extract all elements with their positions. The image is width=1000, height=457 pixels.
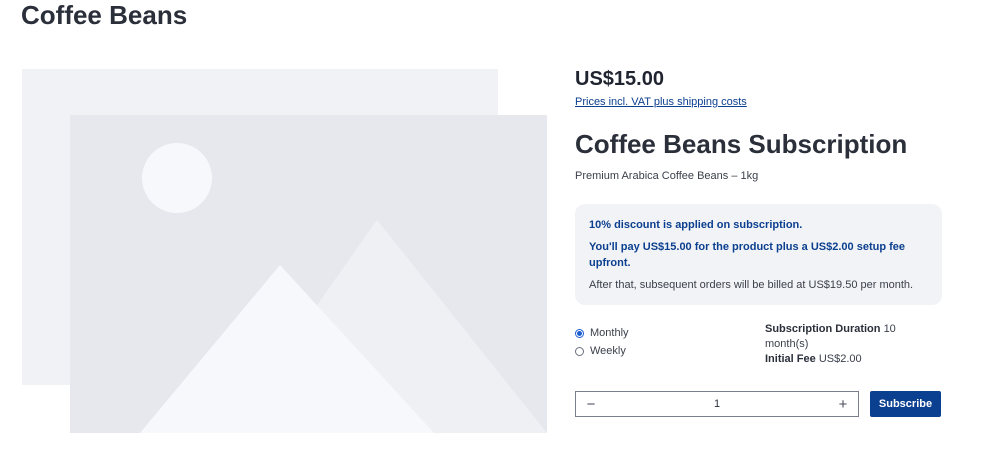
fee-value: US$2.00 xyxy=(818,353,862,365)
subscription-meta: Subscription Duration 10 month(s) Initia… xyxy=(765,322,925,367)
subscribe-button[interactable]: Subscribe xyxy=(870,391,941,417)
subscription-duration: Subscription Duration 10 month(s) xyxy=(765,322,925,352)
radio-checked-icon[interactable] xyxy=(575,328,584,338)
quantity-stepper[interactable]: − 1 + xyxy=(575,391,859,417)
fee-label: Initial Fee xyxy=(765,353,816,365)
subscription-options: Monthly Weekly Subscription Duration 10 … xyxy=(575,322,945,372)
plan-option-monthly[interactable]: Monthly xyxy=(575,324,629,342)
purchase-row: − 1 + Subscribe xyxy=(575,391,945,417)
duration-label: Subscription Duration xyxy=(765,323,881,335)
plan-option-label: Monthly xyxy=(590,327,629,339)
product-short-description: Premium Arabica Coffee Beans – 1kg xyxy=(575,170,759,182)
quantity-input[interactable]: 1 xyxy=(598,398,836,410)
radio-unchecked-icon[interactable] xyxy=(575,346,584,356)
product-details: US$15.00 Prices incl. VAT plus shipping … xyxy=(575,66,945,417)
tax-shipping-link[interactable]: Prices incl. VAT plus shipping costs xyxy=(575,95,747,109)
recurring-text: After that, subsequent orders will be bi… xyxy=(589,279,914,291)
subscription-info-box: 10% discount is applied on subscription.… xyxy=(575,204,942,305)
initial-fee: Initial Fee US$2.00 xyxy=(765,352,925,367)
page-title: Coffee Beans xyxy=(21,0,188,30)
minus-icon[interactable]: − xyxy=(584,397,598,412)
discount-text: 10% discount is applied on subscription. xyxy=(589,219,803,231)
product-page: Coffee Beans US$15.00 Prices incl. VAT p… xyxy=(0,0,1000,457)
upfront-text: You'll pay US$15.00 for the product plus… xyxy=(589,241,906,269)
product-gallery[interactable] xyxy=(22,69,547,433)
product-price: US$15.00 xyxy=(575,68,664,90)
product-name: Coffee Beans Subscription xyxy=(575,129,908,159)
plus-icon[interactable]: + xyxy=(836,397,850,412)
plan-option-weekly[interactable]: Weekly xyxy=(575,342,629,360)
plan-option-label: Weekly xyxy=(590,345,626,357)
image-placeholder-icon xyxy=(22,69,547,433)
plan-radio-group: Monthly Weekly xyxy=(575,324,629,360)
